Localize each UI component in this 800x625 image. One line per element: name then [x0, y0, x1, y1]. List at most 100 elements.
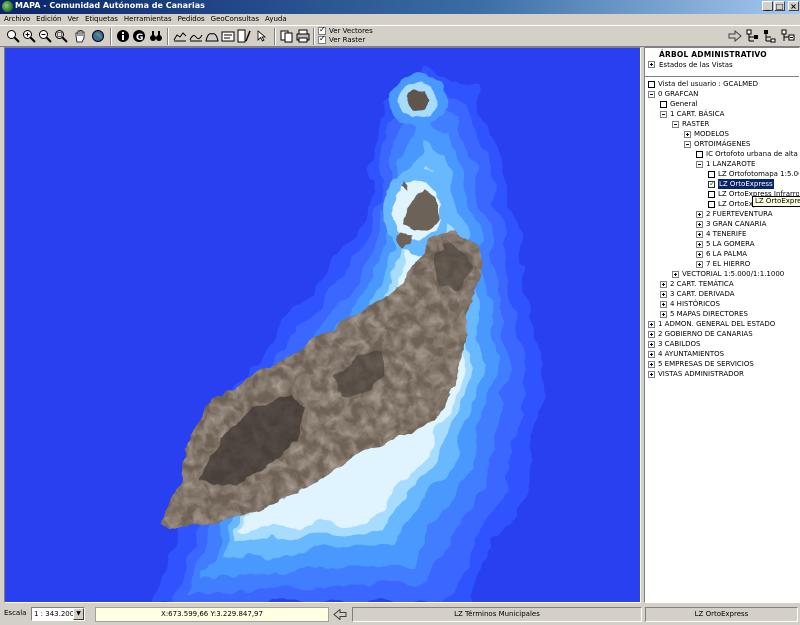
zoom-icon[interactable] [5, 28, 21, 44]
tree-node[interactable]: LZ Ortofotomapa 1:5.000/1 [708, 169, 799, 179]
globe-icon [2, 1, 13, 12]
expand-icon[interactable] [696, 260, 703, 268]
tree-node[interactable]: ORTOIMÁGENES [684, 139, 750, 149]
zoom-out-icon[interactable] [37, 28, 53, 44]
view-states-label[interactable]: Estados de las Vistas [659, 61, 733, 69]
tree-node[interactable]: General [660, 99, 698, 109]
collapse-icon[interactable] [672, 120, 679, 128]
view-states-expand-icon[interactable] [648, 61, 655, 68]
expand-icon[interactable] [648, 340, 655, 348]
tree-node[interactable]: 4 HISTÓRICOS [660, 299, 720, 309]
expand-icon[interactable] [696, 230, 703, 238]
area-icon[interactable] [204, 28, 220, 44]
find-icon[interactable] [148, 28, 164, 44]
checkbox-icon[interactable] [696, 150, 703, 158]
tree-expand-icon[interactable] [745, 28, 761, 44]
menu-geoconsultas[interactable]: GeoConsultas [208, 14, 262, 25]
tree-node[interactable]: 1 ADMON. GENERAL DEL ESTADO [648, 319, 775, 329]
minimize-icon[interactable]: _ [762, 1, 773, 11]
tree-node[interactable]: Vista del usuario : GCALMED [648, 79, 758, 89]
expand-icon[interactable] [696, 240, 703, 248]
expand-icon[interactable] [648, 370, 655, 378]
menu-etiquetas[interactable]: Etiquetas [82, 14, 121, 25]
print-icon[interactable] [295, 28, 311, 44]
tree-node[interactable]: 7 EL HIERRO [696, 259, 750, 269]
expand-icon[interactable] [648, 330, 655, 338]
expand-icon[interactable] [696, 220, 703, 228]
zoom-area-icon[interactable] [53, 28, 69, 44]
checkbox-icon[interactable] [648, 80, 655, 88]
expand-icon[interactable] [684, 130, 691, 138]
pointer-icon[interactable] [254, 28, 270, 44]
tree-node[interactable]: 4 AYUNTAMIENTOS [648, 349, 724, 359]
zoom-in-icon[interactable] [21, 28, 37, 44]
tree-node[interactable]: 3 GRAN CANARIA [696, 219, 766, 229]
tree-node[interactable]: VISTAS ADMINISTRADOR [648, 369, 744, 379]
scale-select[interactable]: 1 : 343.200 ▼ [31, 607, 85, 621]
measure-icon[interactable] [188, 28, 204, 44]
menu-ver[interactable]: Ver [65, 14, 82, 25]
tree-node[interactable]: 2 GOBIERNO DE CANARIAS [648, 329, 753, 339]
copy-icon[interactable] [279, 28, 295, 44]
tree-node-selected[interactable]: LZ OrtoExpress [708, 179, 774, 189]
forward-arrow-icon[interactable] [727, 28, 743, 44]
expand-icon[interactable] [696, 210, 703, 218]
tree-node[interactable]: MODELOS [684, 129, 729, 139]
checkbox-icon[interactable] [708, 190, 715, 198]
tree-node[interactable]: 5 LA GOMERA [696, 239, 755, 249]
tree-node[interactable]: 2 CART. TEMÁTICA [660, 279, 734, 289]
checkbox-icon[interactable] [708, 200, 715, 208]
expand-icon[interactable] [696, 250, 703, 258]
show-raster-checkbox[interactable]: Ver Raster [318, 34, 365, 44]
collapse-icon[interactable] [696, 160, 703, 168]
tree-node[interactable]: 1 CART. BÁSICA [660, 109, 724, 119]
info-icon[interactable] [115, 28, 131, 44]
tree-node[interactable]: IC Ortofoto urbana de alta resol [696, 149, 799, 159]
show-vectors-checkbox[interactable]: Ver Vectores [318, 25, 373, 35]
tree-node[interactable]: 2 FUERTEVENTURA [696, 209, 773, 219]
chevron-down-icon[interactable]: ▼ [73, 608, 84, 620]
legend-icon[interactable] [236, 28, 252, 44]
close-icon[interactable]: × [788, 1, 799, 11]
tree-node[interactable]: 5 MAPAS DIRECTORES [660, 309, 748, 319]
identify-icon[interactable]: G [131, 28, 147, 44]
pan-hand-icon[interactable] [72, 28, 88, 44]
expand-icon[interactable] [660, 280, 667, 288]
expand-icon[interactable] [660, 310, 667, 318]
back-arrow-icon[interactable] [333, 609, 347, 620]
checkbox-checked-icon[interactable] [318, 34, 326, 44]
collapse-icon[interactable] [660, 110, 667, 118]
map-canvas[interactable] [4, 47, 641, 603]
tree-node[interactable]: 6 LA PALMA [696, 249, 747, 259]
tree-node[interactable]: 3 CABILDOS [648, 339, 700, 349]
menu-archivo[interactable]: Archivo [0, 14, 33, 25]
expand-icon[interactable] [660, 290, 667, 298]
expand-icon[interactable] [648, 350, 655, 358]
maximize-icon[interactable]: □ [774, 1, 785, 11]
tree-node[interactable]: 3 CART. DERIVADA [660, 289, 735, 299]
tree-node[interactable]: RASTER [672, 119, 709, 129]
menu-ayuda[interactable]: Ayuda [262, 14, 290, 25]
tree-options-icon[interactable] [780, 28, 796, 44]
expand-icon[interactable] [672, 270, 679, 278]
checkbox-icon[interactable] [708, 170, 715, 178]
tree-node[interactable]: VECTORIAL 1:5.000/1:1.1000 [672, 269, 784, 279]
collapse-icon[interactable] [648, 90, 655, 98]
tree-node[interactable]: 5 EMPRESAS DE SERVICIOS [648, 359, 754, 369]
checkbox-checked-icon[interactable] [708, 179, 716, 189]
menu-edicion[interactable]: Edición [33, 14, 64, 25]
checkbox-icon[interactable] [660, 100, 667, 108]
profile-icon[interactable] [172, 28, 188, 44]
expand-icon[interactable] [648, 320, 655, 328]
tree-collapse-icon[interactable] [762, 28, 778, 44]
tree-node[interactable]: 1 LANZAROTE [696, 159, 755, 169]
menu-pedidos[interactable]: Pedidos [175, 14, 208, 25]
select-icon[interactable] [220, 28, 236, 44]
tree-node[interactable]: 4 TENERIFE [696, 229, 746, 239]
menu-herramientas[interactable]: Herramientas [121, 14, 175, 25]
collapse-icon[interactable] [684, 140, 691, 148]
full-extent-icon[interactable] [90, 28, 106, 44]
expand-icon[interactable] [648, 360, 655, 368]
tree-node[interactable]: 0 GRAFCAN [648, 89, 698, 99]
expand-icon[interactable] [660, 300, 667, 308]
